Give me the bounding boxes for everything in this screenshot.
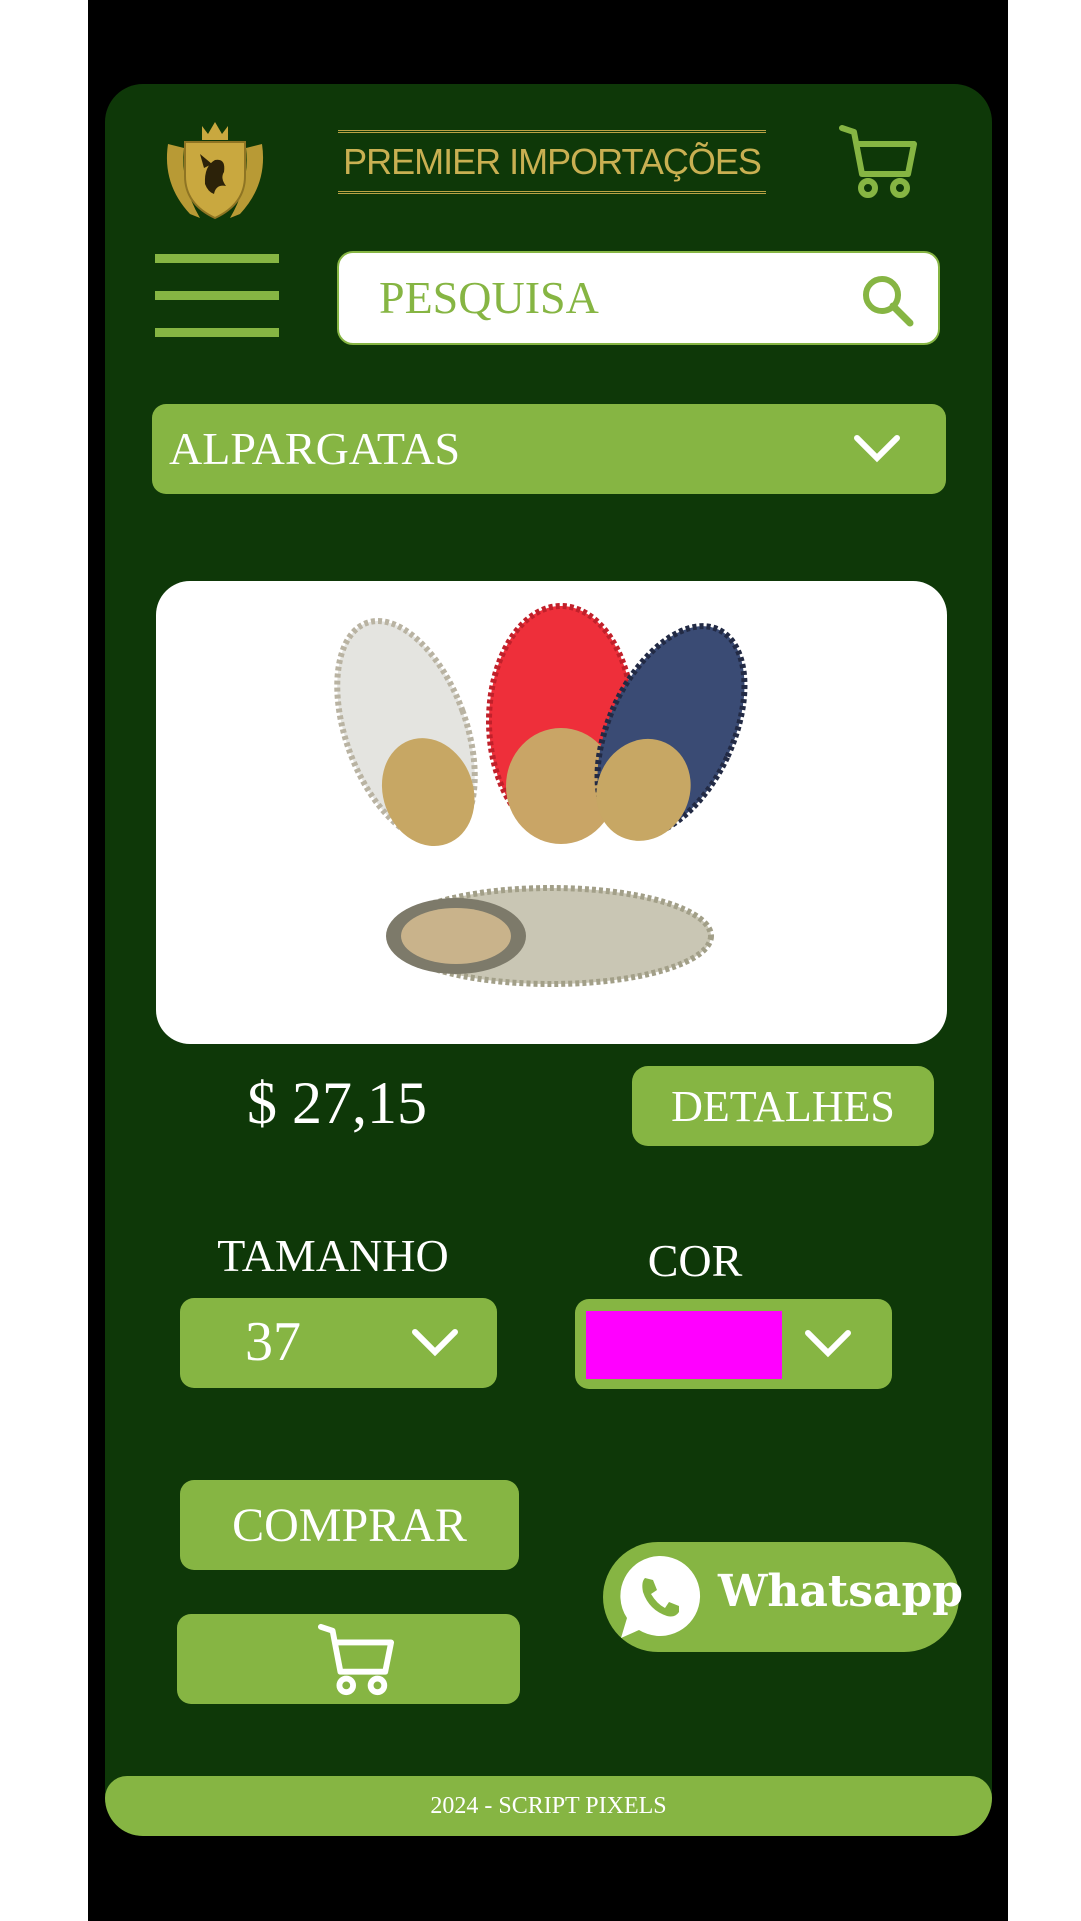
chevron-down-icon [854, 435, 900, 463]
color-select[interactable] [575, 1299, 892, 1389]
brand-title-text: PREMIER IMPORTAÇÕES [343, 141, 762, 182]
brand-title: PREMIER IMPORTAÇÕES [338, 130, 766, 194]
category-selected: ALPARGATAS [169, 423, 461, 474]
color-label: COR [647, 1235, 743, 1286]
size-label: TAMANHO [217, 1230, 449, 1281]
size-value: 37 [245, 1311, 301, 1373]
footer: 2024 - SCRIPT PIXELS [105, 1776, 992, 1836]
cart-icon [317, 1623, 395, 1696]
color-swatch [586, 1311, 782, 1379]
hamburger-menu-icon[interactable] [155, 254, 279, 337]
whatsapp-button[interactable]: Whatsapp [603, 1542, 963, 1652]
category-dropdown[interactable]: ALPARGATAS [152, 404, 946, 494]
whatsapp-label: Whatsapp [718, 1566, 964, 1617]
chevron-down-icon [412, 1329, 458, 1357]
search-icon[interactable] [860, 273, 916, 329]
search-bar[interactable]: PESQUISA [337, 251, 940, 345]
add-to-cart-button[interactable] [177, 1614, 520, 1704]
buy-button[interactable]: COMPRAR [180, 1480, 519, 1570]
app-screen: PREMIER IMPORTAÇÕES PESQUISA ALPARGATAS [105, 84, 992, 1836]
product-price: $ 27,15 [247, 1070, 427, 1136]
whatsapp-icon [620, 1555, 701, 1638]
chevron-down-icon [805, 1330, 851, 1358]
search-input[interactable]: PESQUISA [379, 271, 599, 324]
footer-text: 2024 - SCRIPT PIXELS [430, 1792, 667, 1819]
crest-logo [166, 122, 264, 220]
size-select[interactable]: 37 [180, 1298, 497, 1388]
details-button[interactable]: DETALHES [632, 1066, 934, 1146]
espadrilles-image [334, 603, 748, 987]
product-image [156, 581, 947, 1044]
cart-icon[interactable] [838, 122, 918, 202]
